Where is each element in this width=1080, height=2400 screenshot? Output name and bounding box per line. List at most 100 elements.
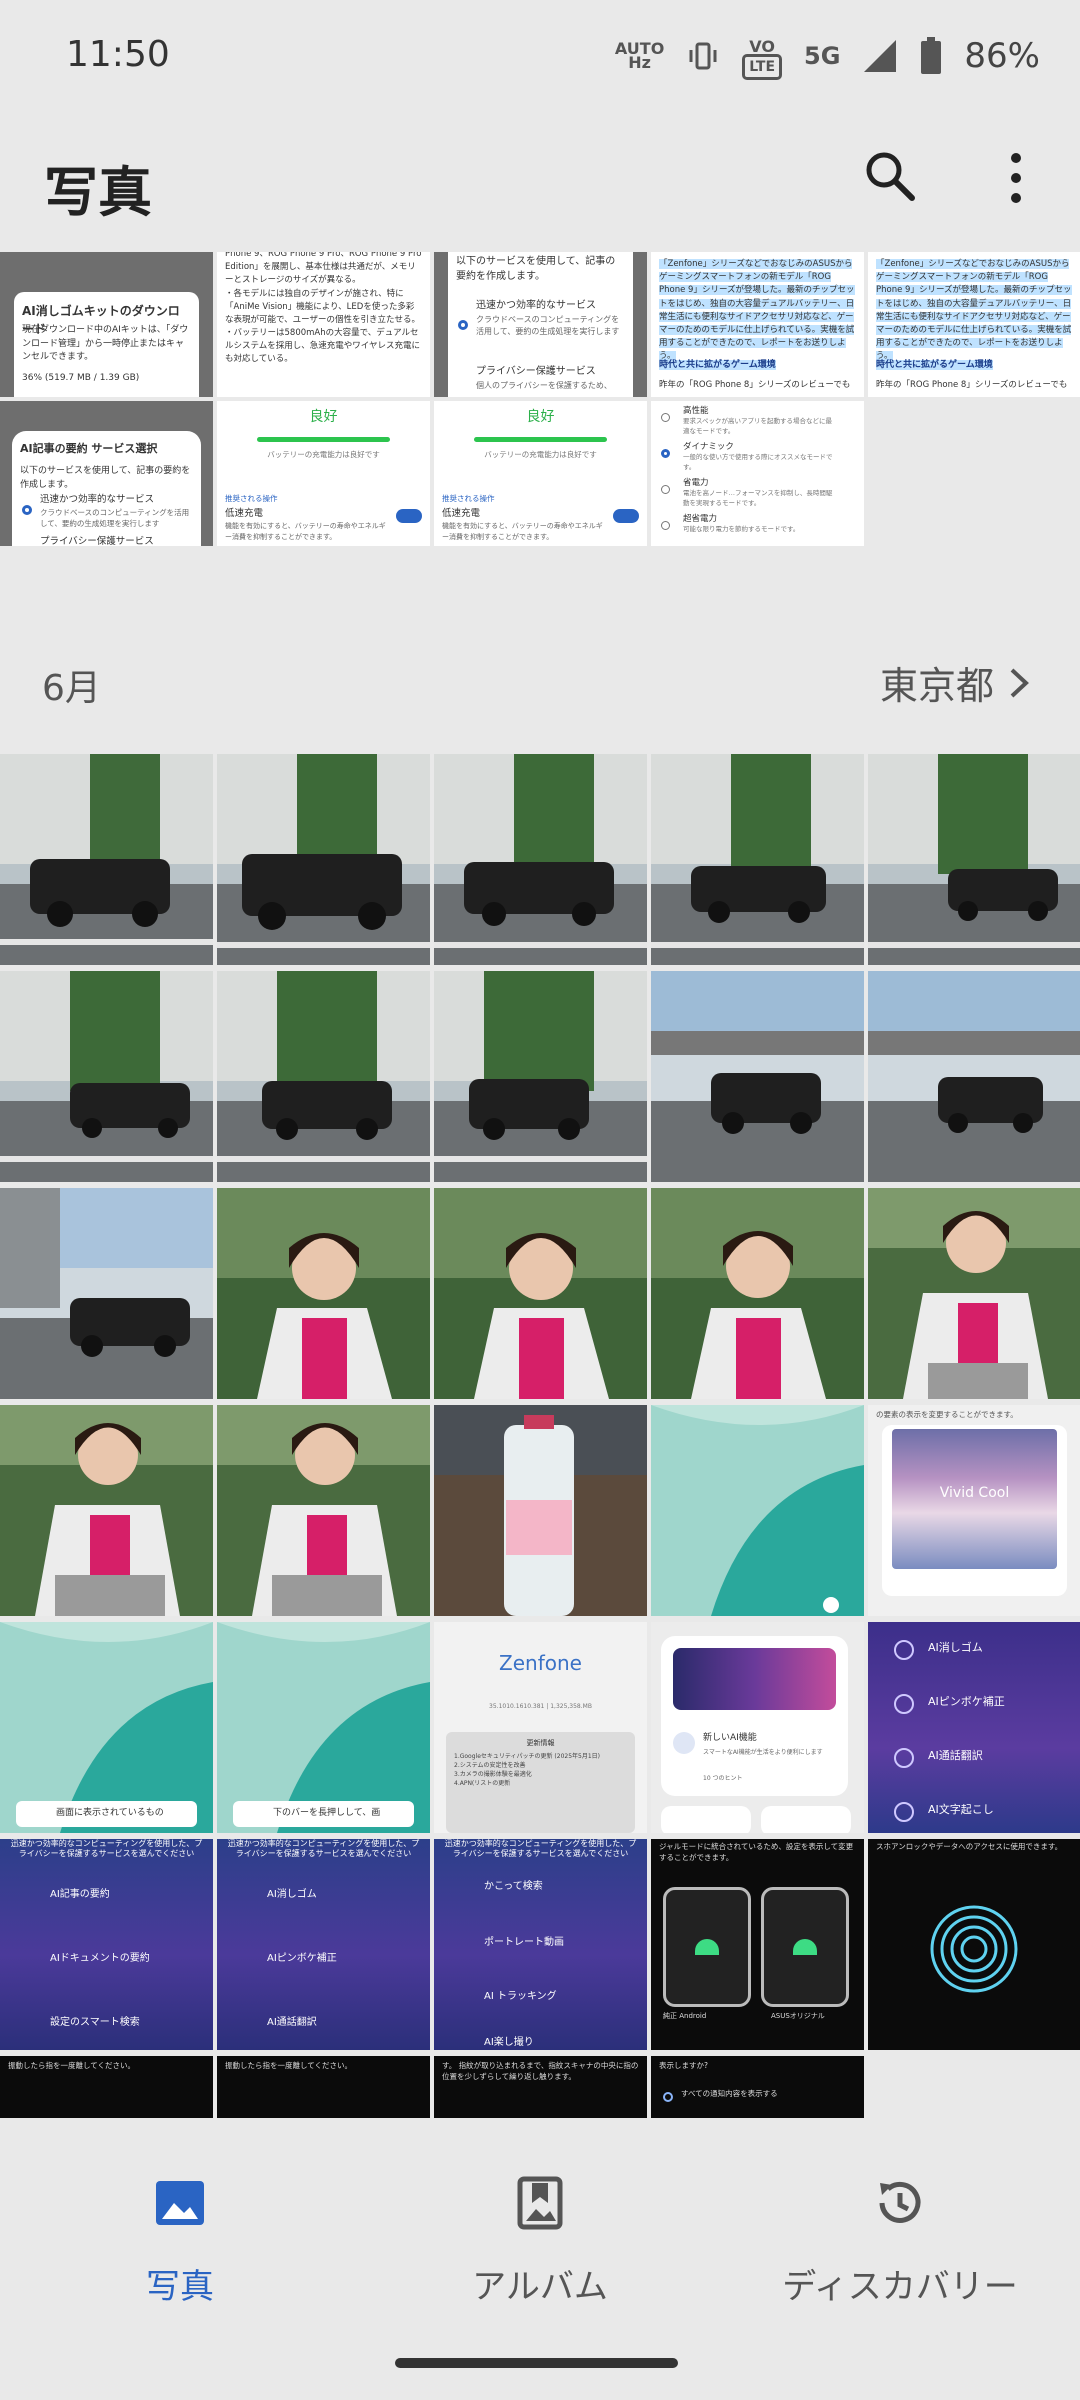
photo-thumb[interactable]: [651, 1188, 864, 1399]
photo-grid-recent: AI消しゴムキットのダウンロード 現在ダウンロード中のAIキットは、「ダウンロー…: [0, 252, 1080, 546]
screen-text: プライバシー保護サービス: [40, 536, 154, 546]
photo-thumb[interactable]: スホアンロックやデータへのアクセスに使用できます。: [868, 1839, 1080, 2050]
screen-text: ポートレート動画: [484, 1937, 564, 1948]
photo-thumb[interactable]: Phone 9、ROG Phone 9 Pro、ROG Phone 9 Pro …: [217, 252, 430, 397]
photo-thumb[interactable]: [651, 971, 864, 1182]
screen-text: 時代と共に拡がるゲーム環境: [876, 360, 993, 370]
screen-text: AI消しゴム: [928, 1641, 983, 1654]
photo-thumb[interactable]: 「Zenfone」シリーズなどでおなじみのASUSからゲーミングスマートフォンの…: [651, 252, 864, 397]
photo-thumb[interactable]: す。 指紋が取り込まれるまで、指紋スキャナの中央に指の位置を少しずらして繰り返し…: [434, 2056, 647, 2118]
photo-thumb[interactable]: 「Zenfone」シリーズなどでおなじみのASUSからゲーミングスマートフォンの…: [868, 252, 1080, 397]
screen-text: 迅速かつ効率的なサービス: [476, 300, 596, 311]
photo-thumb[interactable]: [0, 754, 213, 965]
photo-thumb[interactable]: の要素の表示を変更することができます。 Vivid Cool: [868, 1405, 1080, 1616]
photo-thumb[interactable]: 迅速かつ効率的なコンピューティングを使用した、プライバシーを保護するサービスを選…: [217, 1839, 430, 2050]
photo-thumb[interactable]: [217, 1188, 430, 1399]
screen-text: 「Zenfone」シリーズなどでおなじみのASUSからゲーミングスマートフォンの…: [659, 259, 855, 362]
screen-text: 以下のサービスを使用して、記事の要約を作成します。: [20, 466, 191, 490]
photo-thumb[interactable]: Zenfone 35.1010.1610.381 | 1,325,358.MB …: [434, 1622, 647, 1833]
home-indicator[interactable]: [395, 2358, 678, 2368]
photo-thumb[interactable]: 下のバーを長押しして、画: [217, 1622, 430, 1833]
photo-thumb[interactable]: 表示しますか? すべての通知内容を表示する: [651, 2056, 864, 2118]
screen-text: AI文字起こし: [928, 1803, 994, 1816]
screen-text: クラウドベースのコンピューティングを活用して、要約の生成処理を実行します: [476, 315, 620, 336]
battery-icon: [921, 37, 942, 74]
screen-text: 振動したら指を一度離してください。: [8, 2061, 136, 2070]
photo-thumb[interactable]: [0, 1188, 213, 1399]
photo-thumb[interactable]: [651, 754, 864, 965]
photo-thumb[interactable]: [868, 754, 1080, 965]
photo-thumb[interactable]: 良好 バッテリーの充電能力は良好です 推奨される操作 低速充電 機能を有効にする…: [434, 401, 647, 546]
album-icon: [517, 2176, 563, 2230]
photo-thumb[interactable]: AI消しゴムキットのダウンロード 現在ダウンロード中のAIキットは、「ダウンロー…: [0, 252, 213, 397]
photo-thumb[interactable]: [434, 1405, 647, 1616]
status-bar: 11:50 AUTO Hz VO LTE 5G 86%: [0, 0, 1080, 110]
screen-text: 良好: [309, 409, 338, 425]
photo-thumb[interactable]: 高性能 要求スペックが高いアプリを起動する場合などに最適なモードです。 ダイナミ…: [651, 401, 864, 546]
screen-text: 省電力: [683, 478, 709, 488]
photo-thumb[interactable]: 振動したら指を一度離してください。: [217, 2056, 430, 2118]
photo-thumb[interactable]: 迅速かつ効率的なコンピューティングを使用した、プライバシーを保護するサービスを選…: [434, 1839, 647, 2050]
photo-thumb[interactable]: [0, 971, 213, 1182]
photo-thumb[interactable]: 良好 バッテリーの充電能力は良好です 推奨される操作 低速充電 機能を有効にする…: [217, 401, 430, 546]
status-icons: AUTO Hz VO LTE 5G 86%: [615, 36, 1040, 80]
screen-text: 高性能: [683, 406, 709, 416]
photo-thumb[interactable]: [868, 1188, 1080, 1399]
photo-thumb[interactable]: [217, 754, 430, 965]
photo-thumb[interactable]: [434, 754, 647, 965]
photo-thumb[interactable]: 以下のサービスを使用して、記事の要約を作成します。 迅速かつ効率的なサービス ク…: [434, 252, 647, 397]
screen-text: 時代と共に拡がるゲーム環境: [659, 360, 776, 370]
photo-thumb[interactable]: [434, 1188, 647, 1399]
signal-icon: [864, 40, 897, 72]
photo-thumb[interactable]: 新しいAI機能 スマートなAI機能が生活をより便利にします 10 つのヒント: [651, 1622, 864, 1833]
photo-thumb[interactable]: AI消しゴム AIピンボケ補正 AI通話翻訳 AI文字起こし: [868, 1622, 1080, 1833]
section-location-link[interactable]: 東京都: [880, 655, 1030, 710]
search-icon[interactable]: [862, 148, 918, 204]
screen-text: 低速充電: [225, 508, 264, 519]
screen-text: AI トラッキング: [484, 1991, 557, 2002]
photo-thumb[interactable]: [434, 971, 647, 1182]
screen-text: 現在ダウンロード中のAIキットは、「ダウンロード管理」から一時停止またはキャンセ…: [22, 325, 189, 362]
screen-text: AI消しゴム: [267, 1889, 317, 1900]
screen-text: 可能な限り電力を節約するモードです。: [683, 525, 800, 533]
volte-icon: VO LTE: [742, 37, 783, 80]
screen-text: 「Zenfone」シリーズなどでおなじみのASUSからゲーミングスマートフォンの…: [876, 259, 1072, 362]
screen-text: すべての通知内容を表示する: [681, 2089, 778, 2098]
screen-text: 設定のスマート検索: [50, 2017, 140, 2028]
nav-photos[interactable]: 写真: [0, 2175, 360, 2308]
screen-text: 振動したら指を一度離してください。: [225, 2061, 353, 2070]
location-label: 東京都: [879, 664, 994, 708]
photo-thumb[interactable]: [217, 1405, 430, 1616]
photo-thumb[interactable]: 迅速かつ効率的なコンピューティングを使用した、プライバシーを保護するサービスを選…: [0, 1839, 213, 2050]
screen-text: 超省電力: [683, 514, 718, 524]
page-title: 写真: [44, 161, 152, 224]
nav-photos-label: 写真: [146, 2267, 214, 2307]
screen-text: 昨年の「ROG Phone 8」シリーズのレビューでも: [876, 380, 1068, 390]
screen-text: 下のバーを長押しして、画: [273, 1808, 381, 1818]
section-month: 6月: [42, 668, 101, 709]
screen-text: AI楽し撮り: [484, 2037, 534, 2048]
screen-text: 個人のプライバシーを保護するため、: [476, 381, 612, 390]
photo-thumb[interactable]: ジャルモードに統合されているため、設定を表示して変更することができます。 純正 …: [651, 1839, 864, 2050]
screen-text: 低速充電: [442, 508, 481, 519]
screen-text: 迅速かつ効率的なサービス: [40, 494, 155, 505]
photo-thumb[interactable]: [868, 971, 1080, 1182]
photo-thumb[interactable]: 振動したら指を一度離してください。: [0, 2056, 213, 2118]
more-vert-icon[interactable]: [1000, 150, 1032, 206]
photo-thumb-placeholder: [868, 2056, 1080, 2118]
screen-text: バッテリーの充電能力は良好です: [484, 450, 597, 459]
photo-thumb[interactable]: [217, 971, 430, 1182]
screen-text: バッテリーの充電能力は良好です: [267, 450, 380, 459]
nav-discovery[interactable]: ディスカバリー: [720, 2175, 1080, 2308]
photo-thumb[interactable]: [0, 1405, 213, 1616]
screen-text: 良好: [526, 409, 555, 425]
photo-thumb[interactable]: 画面に表示されているもの: [0, 1622, 213, 1833]
photo-thumb[interactable]: AI記事の要約 サービス選択 以下のサービスを使用して、記事の要約を作成します。…: [0, 401, 213, 546]
nav-albums[interactable]: アルバム: [360, 2175, 720, 2308]
screen-text: 機能を有効にすると、バッテリーの寿命やエネルギー消費を抑制することができます。: [225, 522, 386, 541]
fingerprint-icon: [930, 1905, 1018, 1993]
photo-thumb[interactable]: [651, 1405, 864, 1616]
screen-text: 一般的な使い方で使用する際にオススメなモードです。: [683, 453, 833, 471]
screen-text: 迅速かつ効率的なコンピューティングを使用した、プライバシーを保護するサービスを選…: [444, 1839, 637, 1859]
status-time: 11:50: [66, 34, 170, 75]
